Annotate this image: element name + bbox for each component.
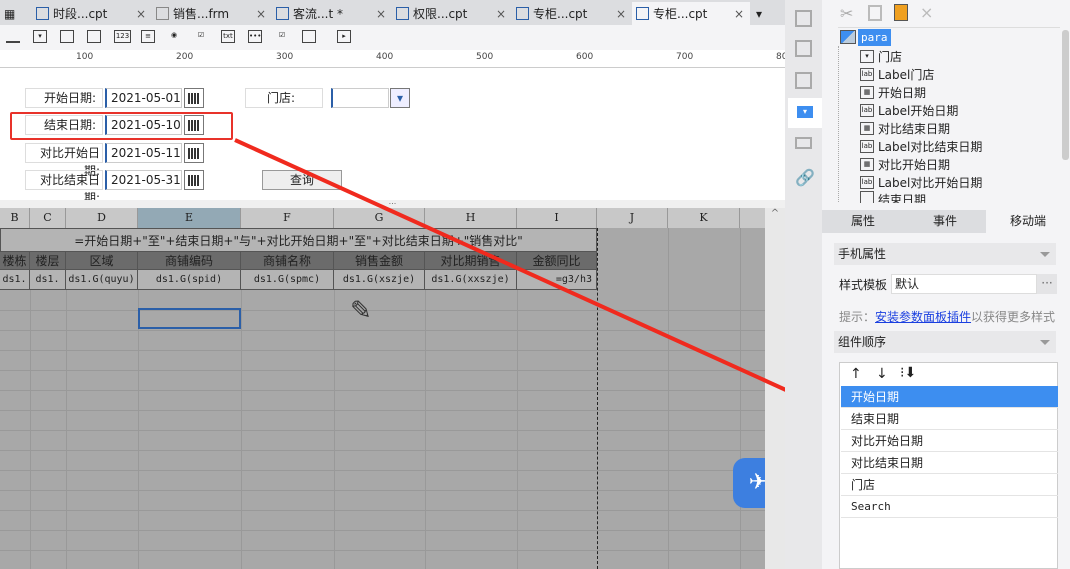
order-item-search[interactable]: Search (841, 496, 1058, 518)
combo-icon: ▾ (860, 49, 874, 63)
tree-scrollbar[interactable] (1062, 30, 1069, 160)
copy-icon[interactable] (868, 5, 882, 21)
date-icon (860, 191, 874, 203)
cell-attribute-icon[interactable] (795, 40, 812, 57)
tree-item[interactable]: lab Label对比开始日期 (860, 173, 982, 191)
tree-item[interactable]: ▦ 开始日期 (860, 83, 926, 101)
tab-events[interactable]: 事件 (904, 210, 986, 233)
style-template-input[interactable]: 默认 (891, 274, 1037, 294)
delete-icon[interactable]: × (920, 3, 933, 22)
component-order-list: ↑ ↓ ⁝⬇ 开始日期 结束日期 对比开始日期 对比结束日期 门店 Search (839, 362, 1058, 569)
tab-mobile[interactable]: 移动端 (986, 210, 1070, 233)
tree-item[interactable]: ▦ 对比结束日期 (860, 119, 950, 137)
date-icon: ▦ (860, 85, 874, 99)
tree-item[interactable]: lab Label门店 (860, 65, 934, 83)
label-icon: lab (860, 175, 874, 189)
tree-root-para[interactable]: para (858, 29, 891, 46)
tree-item[interactable]: ▾ 门店 (860, 47, 902, 65)
more-button[interactable]: ··· (1037, 274, 1057, 294)
label-icon: lab (860, 103, 874, 117)
install-plugin-link[interactable]: 安装参数面板插件 (875, 310, 971, 324)
cut-icon[interactable]: ✂ (840, 4, 853, 23)
tab-properties[interactable]: 属性 (822, 210, 904, 233)
para-container-icon (840, 30, 856, 44)
move-up-icon[interactable]: ↑ (850, 366, 862, 382)
tree-item[interactable]: 结束日期 (860, 191, 926, 203)
tree-item[interactable]: lab Label开始日期 (860, 101, 958, 119)
paste-icon[interactable] (894, 4, 908, 21)
condition-attribute-icon[interactable] (795, 137, 812, 149)
style-template-label: 样式模板 (839, 278, 888, 292)
float-element-icon[interactable] (795, 72, 812, 89)
side-icon-strip: ▾ 🔗 (785, 0, 822, 569)
order-item-compare-start[interactable]: 对比开始日期 (841, 430, 1058, 452)
order-item-end-date[interactable]: 结束日期 (841, 408, 1058, 430)
date-icon: ▦ (860, 121, 874, 135)
tree-item[interactable]: ▦ 对比开始日期 (860, 155, 950, 173)
sort-icon[interactable]: ⁝⬇ (900, 365, 916, 381)
widget-settings-tab[interactable]: ▾ (788, 98, 822, 128)
tree-item[interactable]: lab Label对比结束日期 (860, 137, 982, 155)
date-icon: ▦ (860, 157, 874, 171)
label-icon: lab (860, 139, 874, 153)
hint-prefix: 提示： (839, 310, 876, 324)
hyperlink-icon[interactable]: 🔗 (795, 168, 815, 187)
order-item-start-date[interactable]: 开始日期 (841, 386, 1058, 408)
combo-settings-icon: ▾ (797, 106, 813, 118)
hint-suffix: 以获得更多样式 (971, 310, 1056, 324)
order-item-compare-end[interactable]: 对比结束日期 (841, 452, 1058, 474)
order-item-store[interactable]: 门店 (841, 474, 1058, 496)
label-icon: lab (860, 67, 874, 81)
cell-element-icon[interactable] (795, 10, 812, 27)
right-panel: ✂ × para ▾ 门店 lab Label门店 ▦ 开始日期 lab Label开始… (822, 0, 1070, 569)
component-order-section[interactable]: 组件顺序 (834, 331, 1056, 353)
move-down-icon[interactable]: ↓ (876, 366, 888, 382)
mobile-properties-section[interactable]: 手机属性 (834, 243, 1056, 265)
